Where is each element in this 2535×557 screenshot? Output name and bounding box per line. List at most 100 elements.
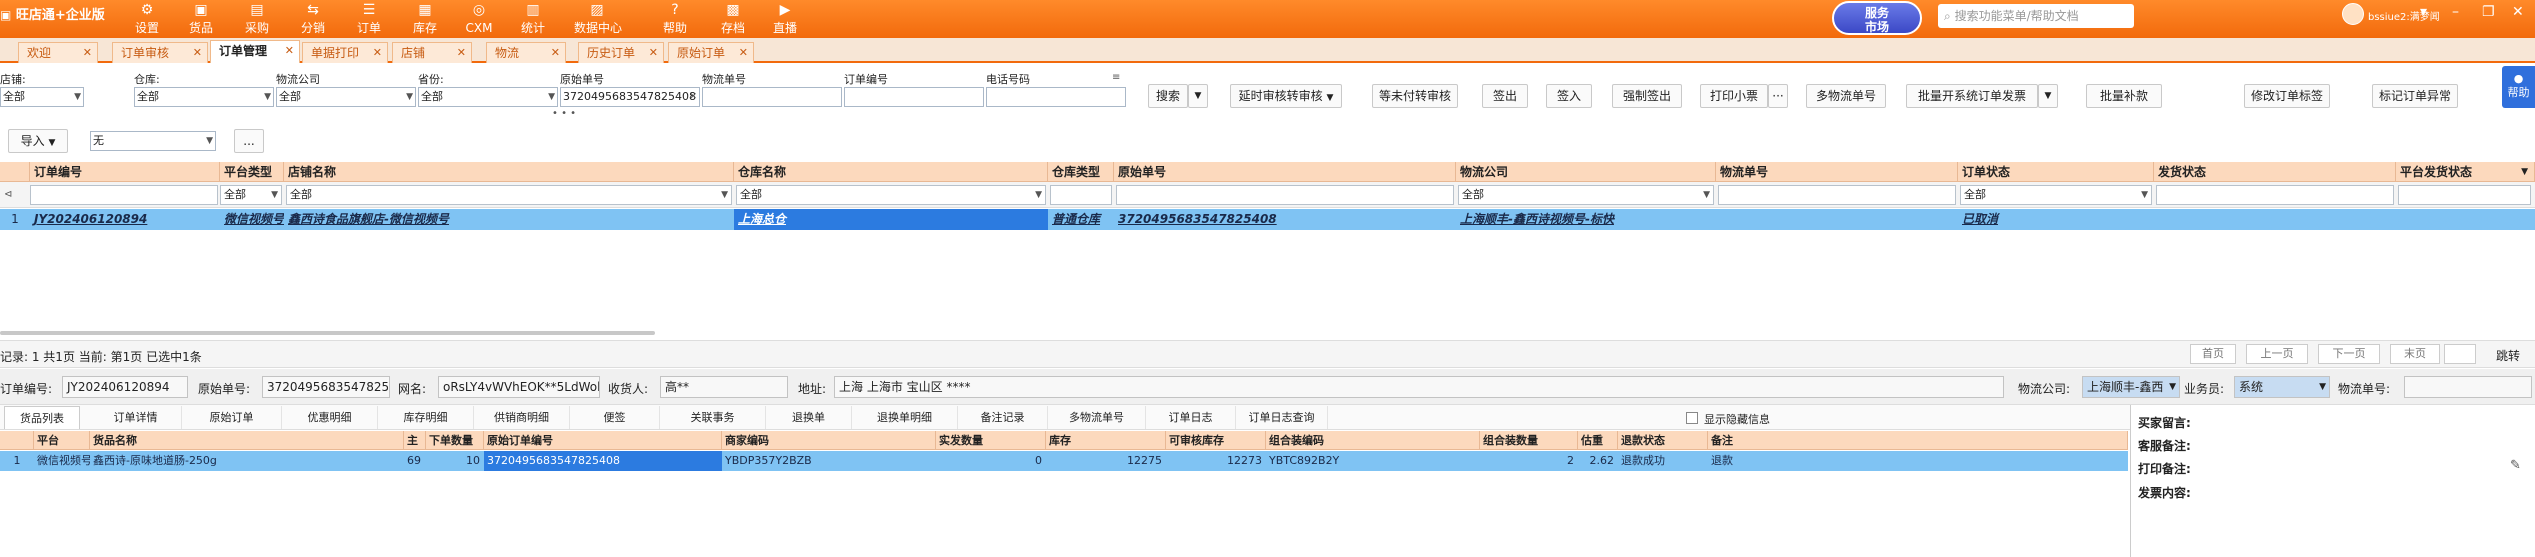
expand-filters-icon[interactable]: • • • [552,108,576,119]
menu-dropdown-icon[interactable]: ▾ [2420,4,2427,20]
gcell-main[interactable]: 69 [404,451,426,471]
gcell-refund[interactable]: 退款成功 [1618,451,1708,471]
col-platform-ship[interactable]: 平台发货状态 ▼ [2396,162,2535,182]
cell-ship-status[interactable] [2154,209,2396,230]
horizontal-scrollbar[interactable] [0,331,655,335]
dtab-discount[interactable]: 优惠明细 [282,406,378,429]
cell-order-no[interactable]: JY202406120894 [30,209,220,230]
dtab-related[interactable]: 关联事务 [660,406,766,429]
gcol-qty[interactable]: 下单数量 [426,431,484,450]
gcell-combo-qty[interactable]: 2 [1480,451,1578,471]
close-icon[interactable]: ✕ [83,43,92,63]
filter-warehouse[interactable]: 全部 ▼ [736,185,1046,205]
topnav-1[interactable]: ▣ 货品 [178,0,224,38]
gcol-refund[interactable]: 退款状态 [1618,431,1708,450]
batch-supplement-button[interactable]: 批量补款 [2086,84,2162,108]
avatar[interactable] [2342,3,2364,25]
tab-doc-print[interactable]: 单据打印 ✕ [302,42,388,63]
wait-pay-audit-button[interactable]: 等未付转审核 [1372,84,1458,108]
dtab-remark-log[interactable]: 备注记录 [958,406,1048,429]
gcol-code[interactable]: 商家编码 [722,431,936,450]
gcol-audit-stock[interactable]: 可审核库存 [1166,431,1266,450]
next-page-button[interactable]: 下一页 [2318,344,2380,364]
jump-button[interactable]: 跳转 [2496,347,2520,364]
maximize-icon[interactable]: ❐ [2482,4,2495,20]
topnav-10[interactable]: ▩ 存档 [710,0,756,38]
modify-tag-button[interactable]: 修改订单标签 [2244,84,2330,108]
filter-order-no[interactable] [30,185,218,205]
close-icon[interactable]: ✕ [193,43,202,63]
logistics-select[interactable]: 全部 ▼ [276,87,416,107]
dtab-original-order[interactable]: 原始订单 [182,406,282,429]
cell-status[interactable]: 已取消 [1958,209,2154,230]
col-status[interactable]: 订单状态 [1958,162,2154,182]
dtab-memo[interactable]: 便签 [570,406,660,429]
cell-warehouse[interactable]: 上海总仓 [734,209,1048,230]
order-no-input[interactable] [844,87,984,107]
close-icon[interactable]: ✕ [373,43,382,63]
filter-wh-type[interactable] [1050,185,1112,205]
filter-tracking[interactable] [1718,185,1956,205]
cell-original-no[interactable]: 3720495683547825408 [1114,209,1456,230]
dtab-goods-list[interactable]: 货品列表 [4,406,80,429]
dtab-return[interactable]: 退换单 [766,406,852,429]
delay-audit-button[interactable]: 延时审核转审核 ▼ [1230,84,1342,108]
gcol-orig-no[interactable]: 原始订单编号 [484,431,722,450]
gcol-combo-qty[interactable]: 组合装数量 [1480,431,1578,450]
clear-icon[interactable]: ✕ [689,88,697,106]
mark-exception-button[interactable]: 标记订单异常 [2372,84,2458,108]
gcell-orig-no[interactable]: 3720495683547825408 [484,451,722,471]
filter-ship-status[interactable] [2156,185,2394,205]
topnav-8[interactable]: ▨ 数据中心 [574,0,622,38]
first-page-button[interactable]: 首页 [2190,344,2236,364]
search-dropdown-icon[interactable]: ▼ [1188,84,1208,108]
col-original-no[interactable]: 原始单号 [1114,162,1456,182]
gcell-combo-code[interactable]: YBTC892B2Y [1266,451,1480,471]
cell-platform-ship[interactable] [2396,209,2535,230]
topnav-11[interactable]: ▶ 直播 [762,0,808,38]
gcol-main[interactable]: 主 [404,431,426,450]
close-icon[interactable]: ✕ [739,43,748,63]
gcol-stock[interactable]: 库存 [1046,431,1166,450]
topnav-4[interactable]: ☰ 订单 [346,0,392,38]
gcol-goods-name[interactable]: 货品名称 [90,431,404,450]
col-warehouse[interactable]: 仓库名称 [734,162,1048,182]
topnav-7[interactable]: ▥ 统计 [510,0,556,38]
show-hidden-checkbox[interactable] [1686,412,1698,424]
province-select[interactable]: 全部 ▼ [418,87,558,107]
cell-wh-type[interactable]: 普通仓库 [1048,209,1114,230]
filter-platform-ship[interactable] [2398,185,2531,205]
topnav-6[interactable]: ◎ CXM [456,0,502,38]
page-number-input[interactable] [2444,344,2476,364]
minimize-icon[interactable]: – [2452,4,2459,20]
info-salesman-select[interactable]: 系统 ▼ [2234,376,2330,398]
top-search-input[interactable]: ⌕ 搜索功能菜单/帮助文档 [1938,4,2134,28]
filter-logistics[interactable]: 全部 ▼ [1458,185,1714,205]
tab-history-orders[interactable]: 历史订单 ✕ [578,42,664,63]
close-icon[interactable]: ✕ [649,43,658,63]
col-platform[interactable]: 平台类型 [220,162,284,182]
gcell-goods-name[interactable]: 鑫西诗-原味地道肠-250g [90,451,404,471]
import-button[interactable]: 导入 ▼ [8,129,68,153]
filter-status[interactable]: 全部 ▼ [1960,185,2152,205]
tracking-no-input[interactable] [702,87,842,107]
col-shop[interactable]: 店铺名称 [284,162,734,182]
gcell-platform[interactable]: 微信视频号 [34,451,90,471]
topnav-5[interactable]: ▦ 库存 [402,0,448,38]
batch-invoice-button[interactable]: 批量开系统订单发票 [1906,84,2038,108]
search-button[interactable]: 搜索 [1148,84,1188,108]
batch-invoice-dropdown-icon[interactable]: ▼ [2038,84,2058,108]
phone-input[interactable] [986,87,1126,107]
tab-welcome[interactable]: 欢迎 ✕ [18,42,98,63]
close-window-icon[interactable]: ✕ [2512,4,2524,20]
cell-shop[interactable]: 鑫西诗食品旗舰店-微信视频号 [284,209,734,230]
tab-logistics[interactable]: 物流 ✕ [486,42,566,63]
edit-icon[interactable]: ✎ [2510,458,2521,473]
gcell-audit-stock[interactable]: 12273 [1166,451,1266,471]
col-logistics[interactable]: 物流公司 [1456,162,1716,182]
gcol-combo-code[interactable]: 组合装编码 [1266,431,1480,450]
dtab-order-log-query[interactable]: 订单日志查询 [1236,406,1328,429]
tab-shop[interactable]: 店铺 ✕ [392,42,472,63]
dtab-supplier[interactable]: 供销商明细 [474,406,570,429]
filter-shop[interactable]: 全部 ▼ [286,185,732,205]
